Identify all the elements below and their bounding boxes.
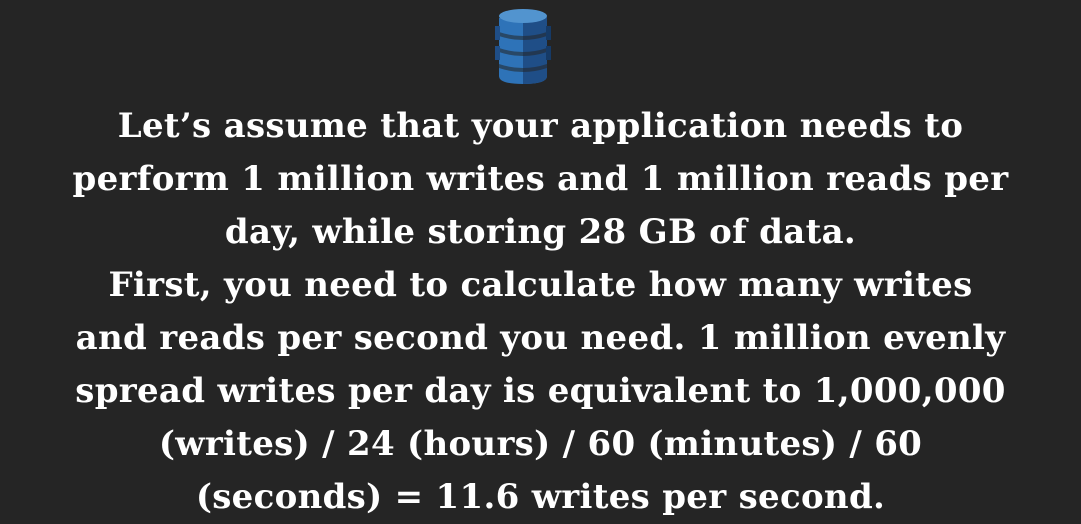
slide-text: Let’s assume that your application needs… <box>0 100 1081 524</box>
text-line: and reads per second you need. 1 million… <box>75 318 1006 358</box>
text-line: day, while storing 28 GB of data. <box>224 212 857 252</box>
text-line: Let’s assume that your application needs… <box>117 106 964 146</box>
slide: Let’s assume that your application needs… <box>0 0 1081 524</box>
text-line: perform 1 million writes and 1 million r… <box>72 159 1009 199</box>
dynamodb-icon <box>495 9 551 84</box>
text-line: First, you need to calculate how many wr… <box>108 265 973 305</box>
text-line: (writes) / 24 (hours) / 60 (minutes) / 6… <box>158 424 923 464</box>
text-line: (seconds) = 11.6 writes per second. <box>195 477 886 517</box>
text-line: spread writes per day is equivalent to 1… <box>75 371 1006 411</box>
